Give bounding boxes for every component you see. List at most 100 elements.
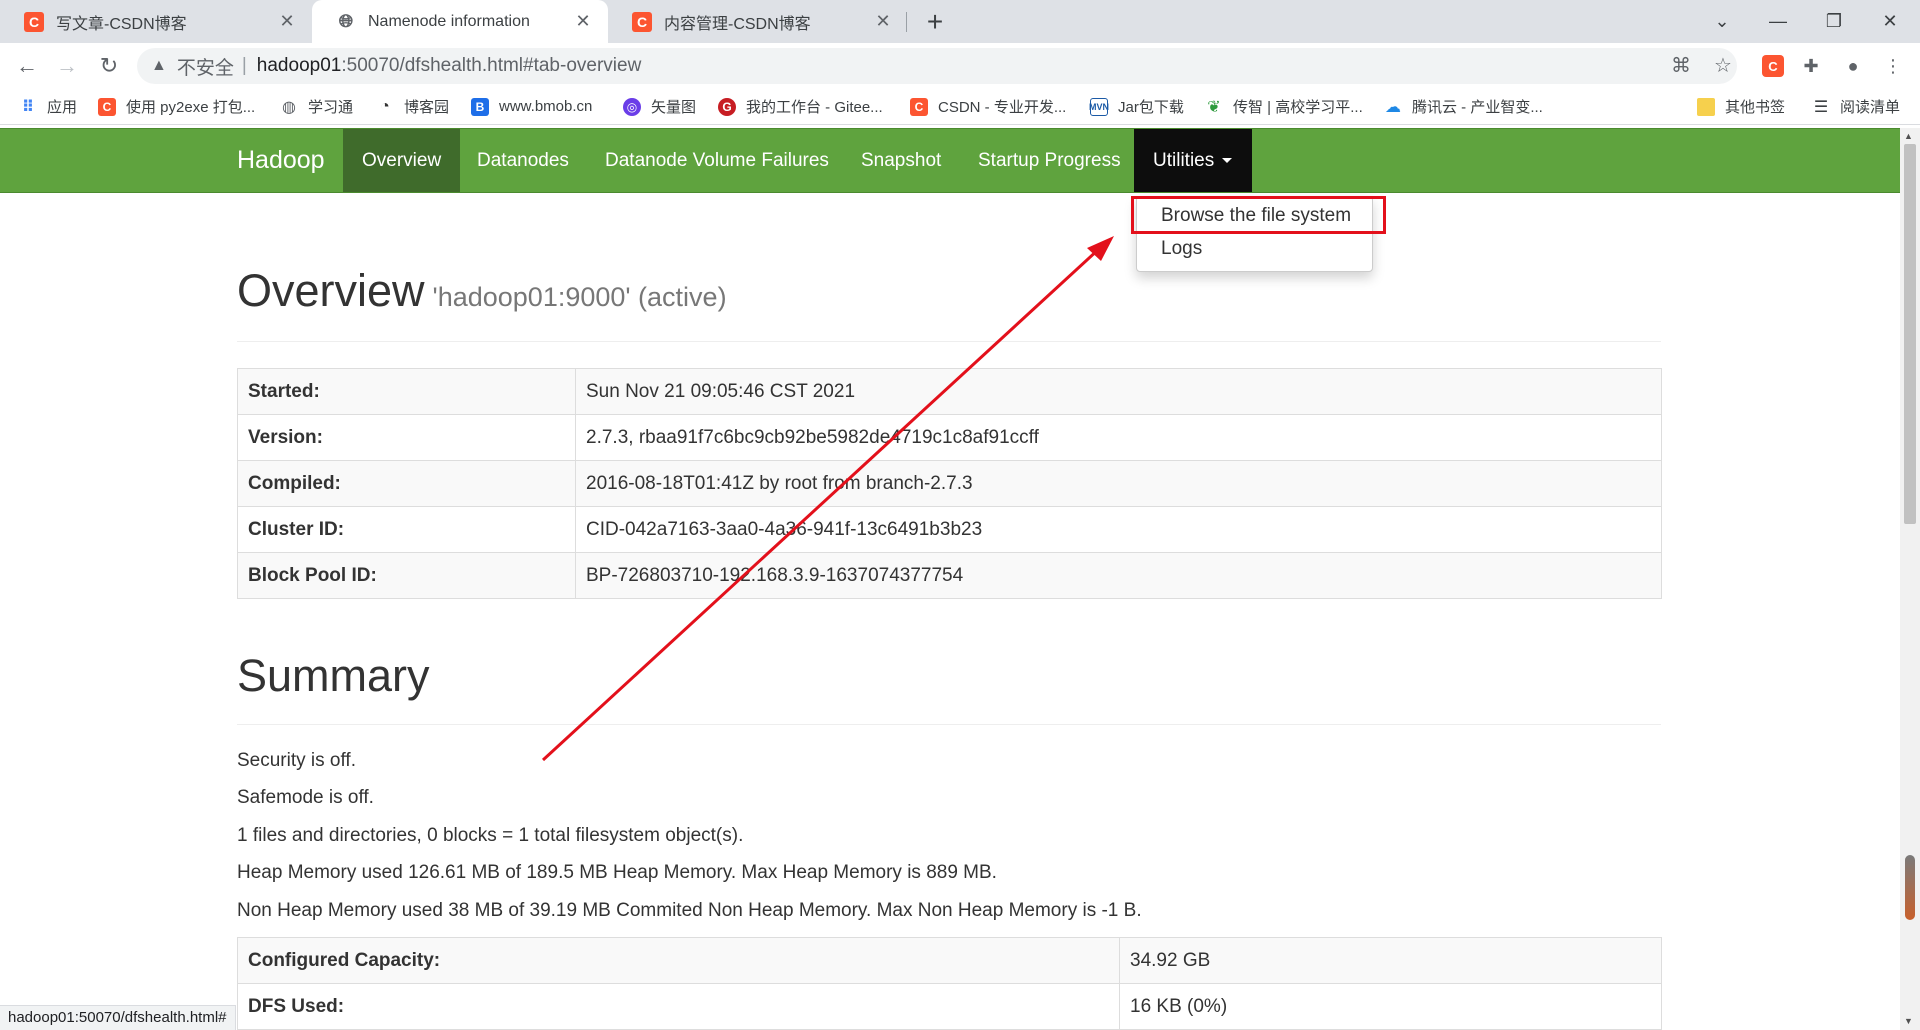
table-row: Block Pool ID: BP-726803710-192.168.3.9-… bbox=[237, 552, 1662, 599]
forward-icon[interactable]: → bbox=[50, 49, 84, 83]
address-bar[interactable]: ▲ 不安全 | hadoop01:50070/dfshealth.html#ta… bbox=[137, 48, 1737, 84]
gitee-icon: G bbox=[718, 97, 736, 116]
iconfont-icon: ◎ bbox=[623, 97, 641, 116]
bookmark-label: www.bmob.cn bbox=[499, 98, 593, 115]
row-value: 34.92 GB bbox=[1119, 937, 1662, 984]
bookmark-bmob[interactable]: B www.bmob.cn bbox=[471, 88, 592, 125]
bookmark-label: 阅读清单 bbox=[1840, 99, 1901, 116]
heap-memory: Heap Memory used 126.61 MB of 189.5 MB H… bbox=[237, 862, 997, 883]
close-window-icon[interactable]: ✕ bbox=[1870, 4, 1910, 38]
row-value: CID-042a7163-3aa0-4a36-941f-13c6491b3b23 bbox=[575, 506, 1662, 553]
row-value: Sun Nov 21 09:05:46 CST 2021 bbox=[575, 368, 1662, 415]
tab-search-icon[interactable]: ⌄ bbox=[1702, 4, 1742, 38]
tab-title: Namenode information bbox=[368, 12, 530, 30]
insecure-label[interactable]: 不安全 bbox=[177, 53, 234, 80]
reload-icon[interactable]: ↻ bbox=[92, 49, 126, 83]
bookmark-cnblogs[interactable]: ◔ 博客园 bbox=[376, 88, 449, 125]
browser-toolbar: ← → ↻ ▲ 不安全 | hadoop01:50070/dfshealth.h… bbox=[0, 43, 1920, 88]
csdn-extension-icon[interactable]: C bbox=[1762, 55, 1784, 77]
bookmark-label: 应用 bbox=[47, 99, 78, 116]
table-row: DFS Used: 16 KB (0%) bbox=[237, 983, 1662, 1030]
restore-icon[interactable]: ❐ bbox=[1814, 4, 1854, 38]
divider bbox=[237, 341, 1661, 342]
bookmark-star-icon[interactable]: ☆ bbox=[1709, 53, 1737, 78]
bookmark-label: 矢量图 bbox=[651, 99, 697, 116]
bookmark-apps[interactable]: ⠿ 应用 bbox=[19, 88, 77, 125]
utilities-label: Utilities bbox=[1153, 150, 1215, 171]
bookmark-py2exe[interactable]: C 使用 py2exe 打包... bbox=[98, 88, 255, 125]
bookmark-iconfont[interactable]: ◎ 矢量图 bbox=[623, 88, 696, 125]
link-status-bar: hadoop01:50070/dfshealth.html# bbox=[0, 1005, 236, 1030]
bookmark-gitee[interactable]: G 我的工作台 - Gitee... bbox=[718, 88, 883, 125]
bmob-icon: B bbox=[471, 97, 489, 116]
folder-icon bbox=[1697, 97, 1715, 116]
security-status: Security is off. bbox=[237, 750, 356, 771]
table-row: Configured Capacity: 34.92 GB bbox=[237, 937, 1662, 984]
tab-title: 写文章-CSDN博客 bbox=[56, 15, 187, 33]
chuanzhi-icon: ❦ bbox=[1207, 98, 1221, 116]
bookmark-reading-list[interactable]: ☰ 阅读清单 bbox=[1812, 88, 1900, 125]
non-heap-memory: Non Heap Memory used 38 MB of 39.19 MB C… bbox=[237, 900, 1142, 921]
bookmark-chuanzhi[interactable]: ❦ 传智 | 高校学习平... bbox=[1205, 88, 1362, 125]
menu-kebab-icon[interactable]: ⋮ bbox=[1879, 52, 1907, 80]
nav-utilities-dropdown[interactable]: Utilities bbox=[1134, 129, 1252, 192]
namenode-address: 'hadoop01:9000' (active) bbox=[432, 282, 727, 312]
nav-datanode-volume-failures[interactable]: Datanode Volume Failures bbox=[586, 129, 848, 192]
warning-triangle-icon[interactable]: ▲ bbox=[151, 57, 167, 75]
back-icon[interactable]: ← bbox=[10, 49, 44, 83]
row-key: DFS Used: bbox=[237, 983, 1120, 1030]
caret-down-icon bbox=[1222, 158, 1233, 164]
reading-list-icon: ☰ bbox=[1813, 98, 1829, 116]
bookmark-label: 博客园 bbox=[404, 99, 450, 116]
row-key: Version: bbox=[237, 414, 576, 461]
row-value: 2016-08-18T01:41Z by root from branch-2.… bbox=[575, 460, 1662, 507]
tab-namenode-information[interactable]: 🌐︎ Namenode information ✕ bbox=[312, 0, 608, 43]
close-icon[interactable]: ✕ bbox=[872, 11, 894, 32]
annotation-highlight-box bbox=[1131, 196, 1386, 234]
new-tab-button[interactable]: + bbox=[920, 6, 950, 38]
translate-icon[interactable]: ⌘ bbox=[1667, 53, 1695, 78]
globe-icon: ◍ bbox=[282, 98, 296, 116]
bookmark-csdn[interactable]: C CSDN - 专业开发... bbox=[910, 88, 1066, 125]
url-host: hadoop01 bbox=[256, 55, 342, 76]
close-icon[interactable]: ✕ bbox=[276, 11, 298, 32]
nav-overview[interactable]: Overview bbox=[343, 129, 461, 192]
tab-separator bbox=[906, 12, 907, 32]
tab-title: 内容管理-CSDN博客 bbox=[664, 15, 811, 33]
nav-datanodes[interactable]: Datanodes bbox=[458, 129, 588, 192]
bookmark-jar-download[interactable]: MVN Jar包下载 bbox=[1089, 88, 1184, 125]
bookmark-tencent-cloud[interactable]: ☁ 腾讯云 - 产业智变... bbox=[1384, 88, 1543, 125]
bookmark-label: Jar包下载 bbox=[1118, 99, 1184, 116]
table-row: Cluster ID: CID-042a7163-3aa0-4a36-941f-… bbox=[237, 506, 1662, 553]
bookmark-other[interactable]: 其他书签 bbox=[1697, 88, 1785, 125]
profile-avatar-icon[interactable]: ● bbox=[1839, 52, 1867, 80]
row-value: BP-726803710-192.168.3.9-1637074377754 bbox=[575, 552, 1662, 599]
row-key: Block Pool ID: bbox=[237, 552, 576, 599]
mvn-icon: MVN bbox=[1089, 97, 1109, 116]
overview-table: Started: Sun Nov 21 09:05:46 CST 2021 Ve… bbox=[237, 368, 1662, 599]
arrow-head bbox=[1087, 236, 1114, 261]
tab-write-article[interactable]: C 写文章-CSDN博客 ✕ bbox=[0, 0, 312, 43]
bookmark-label: 使用 py2exe 打包... bbox=[126, 99, 256, 116]
safemode-status: Safemode is off. bbox=[237, 787, 374, 808]
tencent-cloud-icon: ☁ bbox=[1385, 98, 1401, 116]
brand-logo[interactable]: Hadoop bbox=[237, 129, 325, 192]
scroll-down-icon[interactable]: ▼ bbox=[1904, 1016, 1913, 1026]
row-value: 16 KB (0%) bbox=[1119, 983, 1662, 1030]
table-row: Compiled: 2016-08-18T01:41Z by root from… bbox=[237, 460, 1662, 507]
apps-grid-icon: ⠿ bbox=[21, 98, 35, 116]
close-icon[interactable]: ✕ bbox=[572, 11, 594, 32]
tab-content-management[interactable]: C 内容管理-CSDN博客 ✕ bbox=[608, 0, 908, 43]
scroll-up-icon[interactable]: ▲ bbox=[1904, 131, 1913, 141]
nav-startup-progress[interactable]: Startup Progress bbox=[959, 129, 1140, 192]
extensions-puzzle-icon[interactable]: ✚ bbox=[1797, 52, 1825, 80]
bookmark-xuexitong[interactable]: ◍ 学习通 bbox=[280, 88, 353, 125]
bookmark-label: CSDN - 专业开发... bbox=[938, 99, 1067, 116]
minimize-icon[interactable]: — bbox=[1758, 4, 1798, 38]
csdn-icon: C bbox=[632, 11, 652, 32]
summary-table: Configured Capacity: 34.92 GB DFS Used: … bbox=[237, 937, 1662, 1030]
csdn-icon: C bbox=[24, 11, 44, 32]
menu-item-logs[interactable]: Logs bbox=[1161, 238, 1202, 260]
nav-snapshot[interactable]: Snapshot bbox=[842, 129, 960, 192]
scrollbar-thumb[interactable] bbox=[1904, 144, 1916, 524]
